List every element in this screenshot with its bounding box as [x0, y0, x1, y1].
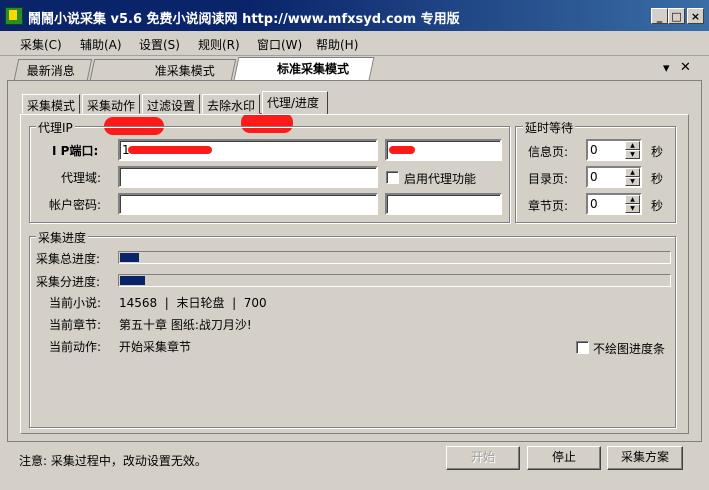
spin-up-icon[interactable]: ▲: [625, 195, 640, 204]
info-page-unit: 秒: [651, 145, 664, 159]
proxy-domain-label: 代理域:: [61, 171, 102, 185]
menu-assist[interactable]: 辅助(A): [80, 36, 122, 53]
spin-down-icon[interactable]: ▼: [625, 177, 640, 186]
spin-down-icon[interactable]: ▼: [625, 204, 640, 213]
ip-port-label: I P端口:: [52, 144, 99, 158]
progress-group-title: 采集进度: [36, 229, 89, 246]
footer-note: 注意: 采集过程中，改动设置无效。: [19, 454, 207, 468]
doc-tab-quasi-mode[interactable]: 准采集模式: [89, 59, 237, 80]
redaction-mark: [389, 146, 415, 154]
sub-progress-label: 采集分进度:: [36, 275, 101, 289]
spin-up-icon[interactable]: ▲: [625, 141, 640, 150]
minimize-button[interactable]: _: [651, 8, 668, 24]
doc-tab-label: 准采集模式: [154, 64, 215, 78]
proxy-group-title: 代理IP: [36, 119, 75, 136]
current-action-label: 当前动作:: [49, 340, 102, 354]
port-input[interactable]: [385, 139, 502, 161]
account-input[interactable]: [118, 193, 378, 215]
tab-dropdown-icon[interactable]: ▾: [663, 61, 670, 76]
chapter-page-label: 章节页:: [528, 199, 569, 213]
menu-help[interactable]: 帮助(H): [316, 36, 358, 53]
maximize-button[interactable]: □: [668, 8, 685, 24]
sub-progress-fill: [120, 276, 145, 285]
collect-plan-button[interactable]: 采集方案: [607, 446, 683, 470]
chapter-page-value: 0: [590, 197, 598, 211]
tab-proxy-progress[interactable]: 代理/进度: [262, 91, 328, 115]
document-tab-strip: 最新消息 准采集模式 标准采集模式 ▾ ✕: [0, 56, 709, 135]
menu-collect[interactable]: 采集(C): [20, 36, 62, 53]
tab-close-icon[interactable]: ✕: [680, 60, 691, 75]
window-title: 鬧鬧小说采集 v5.6 免费小说阅读网 http://www.mfxsyd.co…: [28, 12, 460, 27]
enable-proxy-label[interactable]: 启用代理功能: [404, 170, 476, 187]
spin-down-icon[interactable]: ▼: [625, 150, 640, 159]
ip-input[interactable]: 1: [118, 139, 378, 161]
menu-rules[interactable]: 规则(R): [198, 36, 240, 53]
no-draw-progress-checkbox[interactable]: [576, 341, 589, 354]
tab-collect-action[interactable]: 采集动作: [82, 94, 140, 114]
tab-collect-mode[interactable]: 采集模式: [22, 94, 80, 114]
tab-filter-settings[interactable]: 过滤设置: [142, 94, 200, 114]
doc-tab-standard-mode[interactable]: 标准采集模式: [233, 57, 375, 80]
chapter-page-unit: 秒: [651, 199, 664, 213]
doc-tab-label: 标准采集模式: [277, 62, 350, 76]
start-button[interactable]: 开始: [446, 446, 520, 470]
doc-tab-news[interactable]: 最新消息: [13, 59, 93, 80]
password-input[interactable]: [385, 193, 502, 215]
chapter-page-spinner[interactable]: 0 ▲ ▼: [586, 193, 642, 215]
redaction-mark: [128, 146, 212, 154]
enable-proxy-checkbox[interactable]: [386, 171, 399, 184]
doc-tab-label: 最新消息: [26, 64, 75, 78]
info-page-value: 0: [590, 143, 598, 157]
toc-page-value: 0: [590, 170, 598, 184]
no-draw-progress-label[interactable]: 不绘图进度条: [593, 340, 665, 357]
total-progress-label: 采集总进度:: [36, 252, 101, 266]
menu-settings[interactable]: 设置(S): [139, 36, 180, 53]
menu-window[interactable]: 窗口(W): [257, 36, 302, 53]
info-page-spinner[interactable]: 0 ▲ ▼: [586, 139, 642, 161]
toc-page-unit: 秒: [651, 172, 664, 186]
toc-page-label: 目录页:: [528, 172, 569, 186]
info-page-label: 信息页:: [528, 145, 569, 159]
stop-button[interactable]: 停止: [527, 446, 601, 470]
toc-page-spinner[interactable]: 0 ▲ ▼: [586, 166, 642, 188]
total-progress-bar: [118, 251, 671, 264]
close-button[interactable]: ×: [687, 8, 704, 24]
sub-progress-bar: [118, 274, 671, 287]
current-novel-value: 14568 | 末日轮盘 | 700: [119, 296, 267, 310]
current-novel-label: 当前小说:: [49, 296, 102, 310]
account-password-label: 帐户密码:: [49, 198, 102, 212]
total-progress-fill: [120, 253, 139, 262]
delay-group-title: 延时等待: [523, 119, 576, 136]
current-chapter-value: 第五十章 图纸:战刀月沙!: [119, 318, 252, 332]
current-action-value: 开始采集章节: [119, 340, 192, 354]
tab-remove-watermark[interactable]: 去除水印: [202, 94, 260, 114]
spin-up-icon[interactable]: ▲: [625, 168, 640, 177]
app-icon[interactable]: [5, 7, 23, 25]
current-chapter-label: 当前章节:: [49, 318, 102, 332]
title-bar[interactable]: 鬧鬧小说采集 v5.6 免费小说阅读网 http://www.mfxsyd.co…: [0, 0, 709, 31]
proxy-domain-input[interactable]: [118, 166, 378, 188]
menu-bar: 采集(C) 辅助(A) 设置(S) 规则(R) 窗口(W) 帮助(H): [0, 31, 709, 56]
